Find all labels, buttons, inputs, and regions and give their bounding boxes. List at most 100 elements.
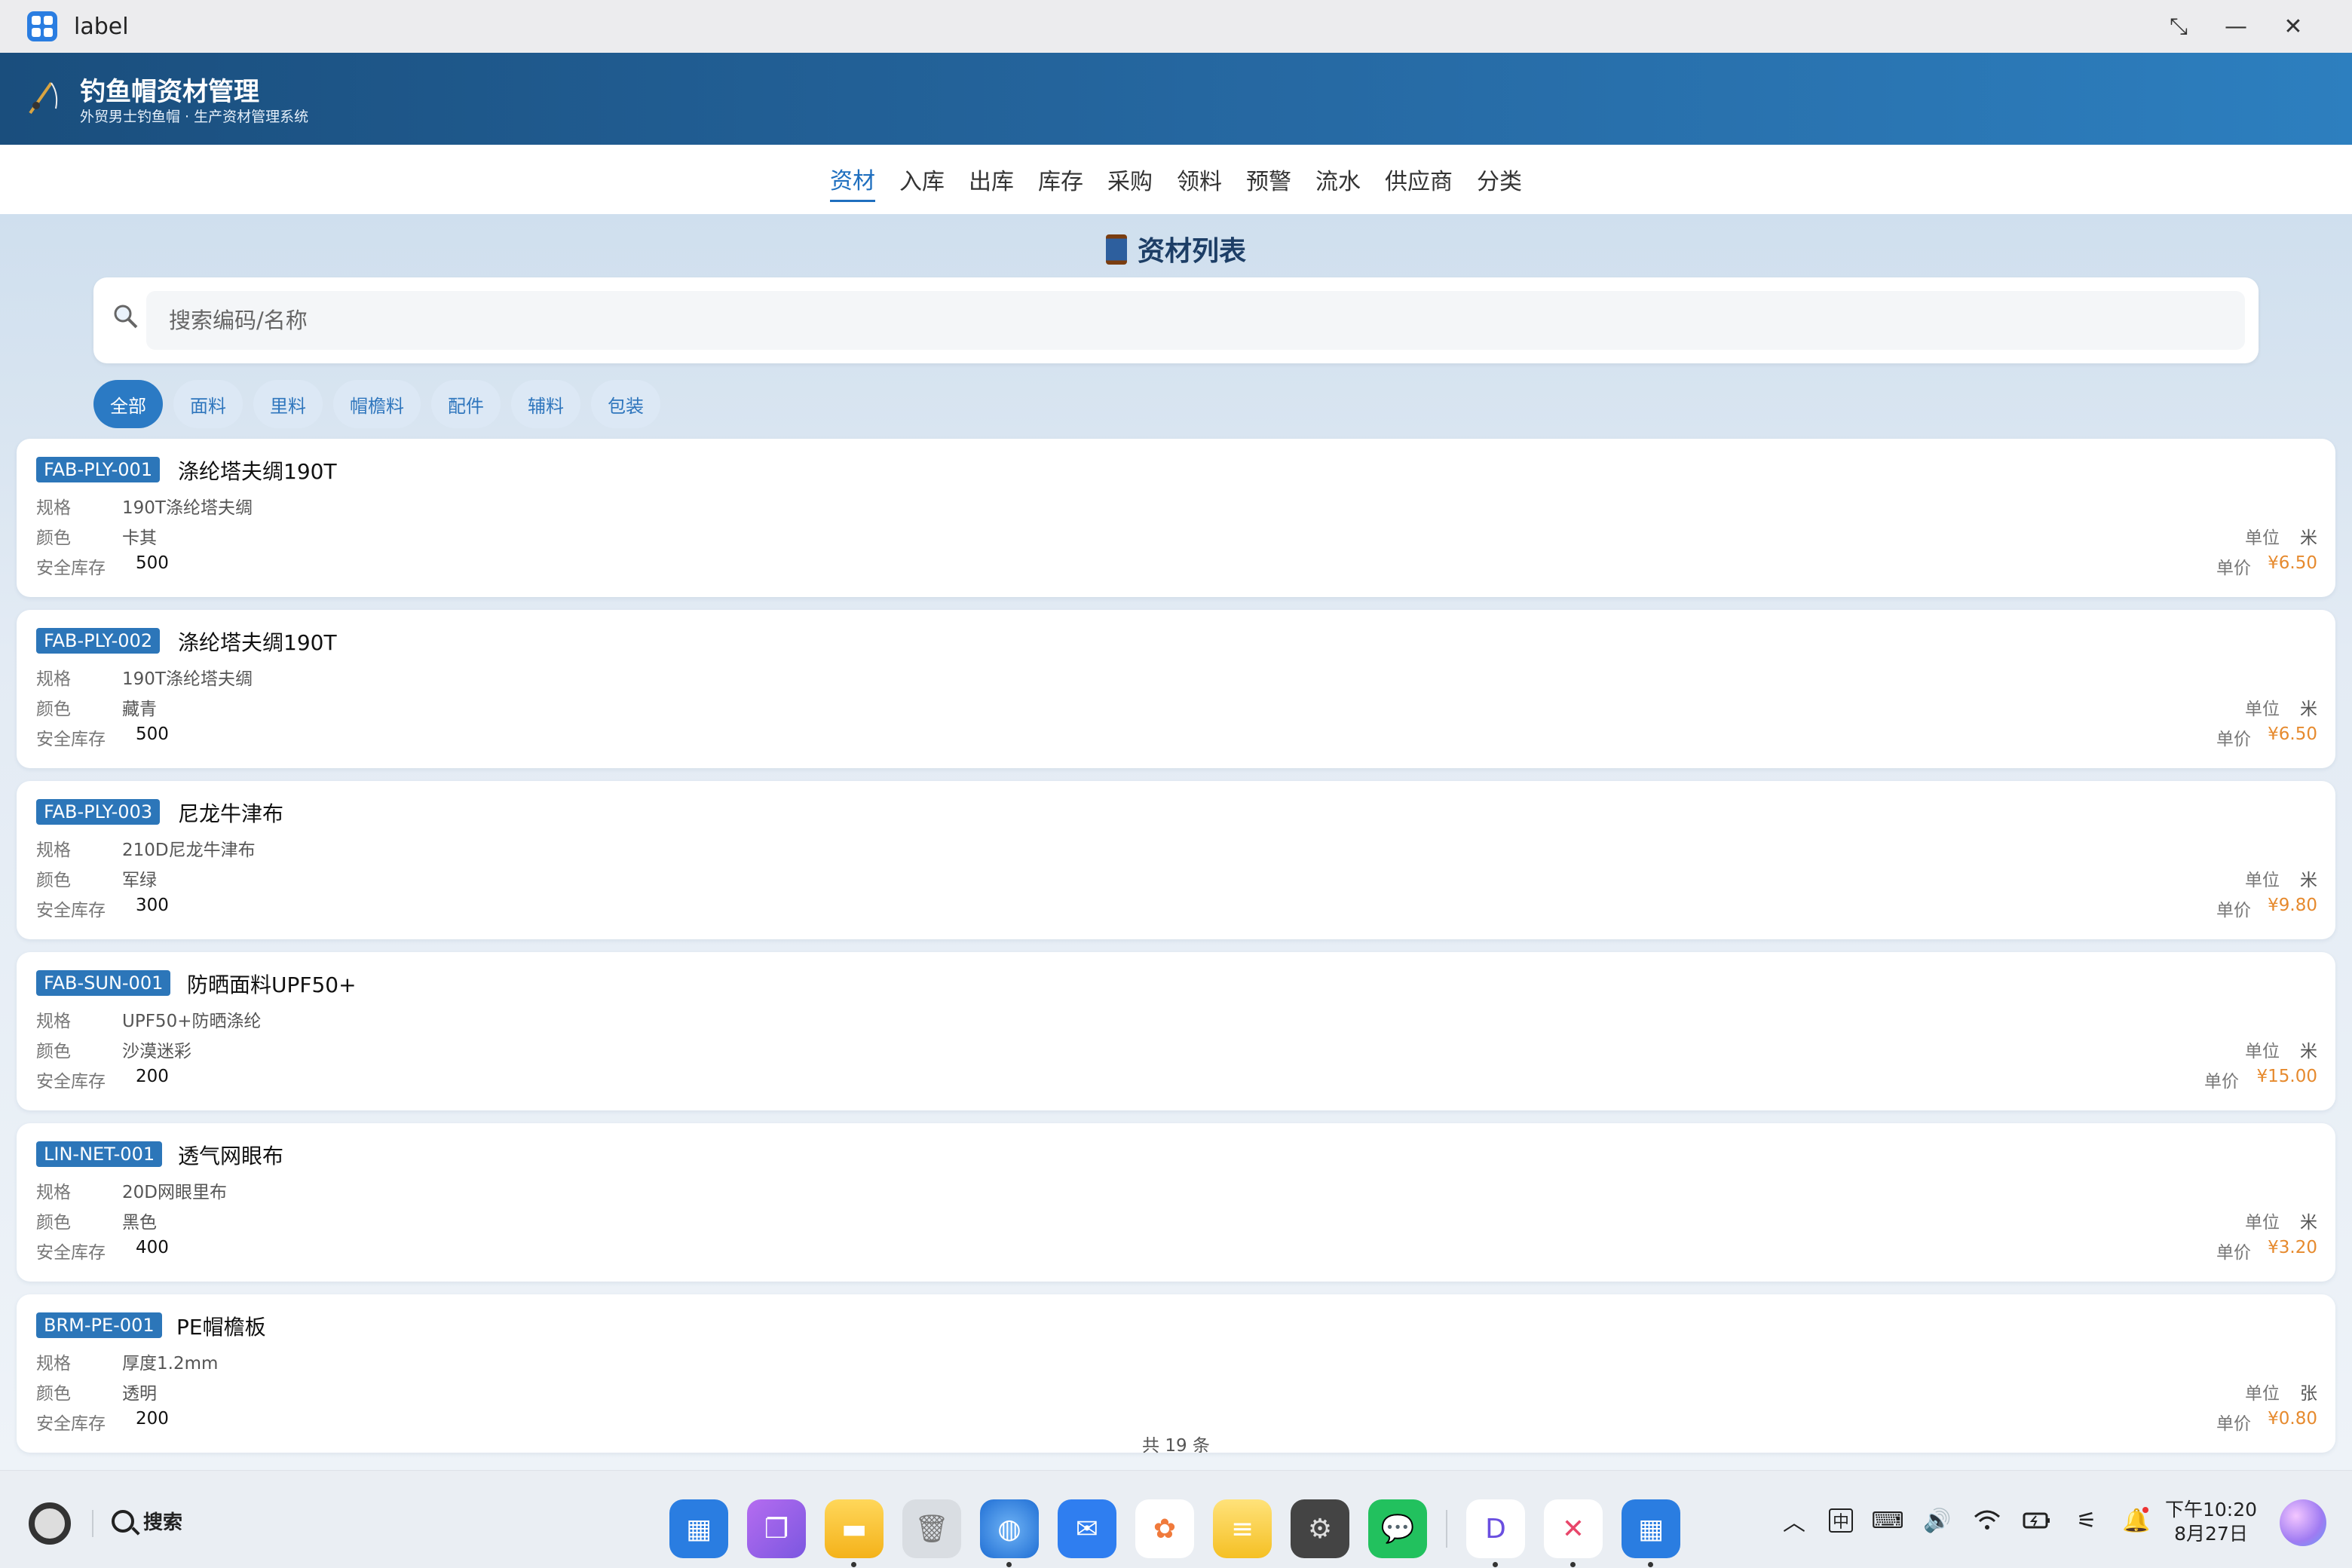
notes-icon[interactable]: ≡ <box>1213 1499 1272 1558</box>
app-header: 钓鱼帽资材管理 外贸男士钓鱼帽 · 生产资材管理系统 <box>0 53 2352 145</box>
price-value: ¥15.00 <box>2256 1067 2317 1086</box>
nav-item-suppliers[interactable]: 供应商 <box>1385 158 1453 201</box>
safety-stock-label: 安全库存 <box>36 1072 106 1092</box>
price-value: ¥3.20 <box>2268 1238 2317 1257</box>
nav-item-materials[interactable]: 资材 <box>830 158 875 202</box>
filter-chip-accessories[interactable]: 配件 <box>431 380 501 428</box>
start-button[interactable] <box>29 1502 71 1545</box>
nav-item-inbound[interactable]: 入库 <box>899 158 945 201</box>
multitask-icon[interactable]: ❐ <box>747 1499 806 1558</box>
spec-value: 190T涤纶塔夫绸 <box>122 498 253 518</box>
mail-icon[interactable]: ✉ <box>1058 1499 1116 1558</box>
page-title-text: 资材列表 <box>1137 236 1246 267</box>
color-value: 沙漠迷彩 <box>122 1042 191 1061</box>
unit-label: 单位 <box>2245 871 2280 890</box>
creative-app-icon[interactable]: ✕ <box>1544 1499 1603 1567</box>
search-input[interactable] <box>146 291 2245 350</box>
search-icon <box>112 1509 134 1533</box>
unit-value: 张 <box>2300 1384 2317 1404</box>
material-code: LIN-NET-001 <box>36 1141 163 1167</box>
material-card[interactable]: FAB-PLY-003 尼龙牛津布 规格 210D尼龙牛津布 颜色 军绿 安全库… <box>17 781 2335 939</box>
browser-icon[interactable]: ◍ <box>980 1499 1039 1567</box>
header-title: 钓鱼帽资材管理 <box>80 77 259 107</box>
title-bar: label ⤡ — ✕ <box>0 0 2352 53</box>
unit-value: 米 <box>2300 700 2317 719</box>
material-card[interactable]: FAB-PLY-002 涤纶塔夫绸190T 规格 190T涤纶塔夫绸 颜色 藏青… <box>17 610 2335 768</box>
material-card[interactable]: FAB-SUN-001 防晒面料UPF50+ 规格 UPF50+防晒涤纶 颜色 … <box>17 952 2335 1110</box>
launcher-icon[interactable]: ▦ <box>669 1499 728 1558</box>
nav-item-requisition[interactable]: 领料 <box>1177 158 1222 201</box>
header-subtitle: 外贸男士钓鱼帽 · 生产资材管理系统 <box>80 109 309 125</box>
color-value: 透明 <box>122 1384 157 1404</box>
chevron-up-icon[interactable]: ︿ <box>1779 1505 1809 1536</box>
color-label: 颜色 <box>36 1213 71 1233</box>
nav-item-inventory[interactable]: 库存 <box>1038 158 1083 201</box>
nav-item-outbound[interactable]: 出库 <box>969 158 1014 201</box>
trash-icon[interactable]: 🗑 <box>902 1499 961 1558</box>
dock-separator <box>1446 1510 1447 1548</box>
safety-stock-value: 400 <box>136 1238 169 1257</box>
minimize-button[interactable]: — <box>2207 0 2265 53</box>
search-icon <box>109 303 143 338</box>
color-value: 卡其 <box>122 528 157 548</box>
app-icon <box>27 11 57 41</box>
ime-indicator[interactable]: 中 <box>1829 1508 1853 1533</box>
material-name: 透气网眼布 <box>178 1144 284 1168</box>
photos-icon[interactable]: ✿ <box>1135 1499 1194 1558</box>
label-app-icon[interactable]: ▦ <box>1622 1499 1680 1567</box>
safety-stock-value: 300 <box>136 896 169 915</box>
assistant-icon[interactable] <box>2280 1499 2326 1546</box>
unit-label: 单位 <box>2245 700 2280 719</box>
unit-label: 单位 <box>2245 1213 2280 1233</box>
filter-chip-auxiliary[interactable]: 辅料 <box>511 380 580 428</box>
filter-chip-packaging[interactable]: 包装 <box>591 380 660 428</box>
fishing-rod-icon <box>26 78 60 124</box>
spec-label: 规格 <box>36 669 71 689</box>
material-code: BRM-PE-001 <box>36 1312 162 1338</box>
material-card[interactable]: FAB-PLY-001 涤纶塔夫绸190T 规格 190T涤纶塔夫绸 颜色 卡其… <box>17 439 2335 597</box>
control-center-icon[interactable]: ⚟ <box>2072 1505 2102 1536</box>
filter-chip-brim[interactable]: 帽檐料 <box>333 380 421 428</box>
material-card[interactable]: BRM-PE-001 PE帽檐板 规格 厚度1.2mm 颜色 透明 安全库存 2… <box>17 1294 2335 1453</box>
clock[interactable]: 下午10:20 8月27日 <box>2165 1498 2257 1546</box>
color-label: 颜色 <box>36 871 71 890</box>
devtool-icon[interactable]: D <box>1466 1499 1525 1567</box>
filter-chip-lining[interactable]: 里料 <box>253 380 323 428</box>
notification-bell-icon[interactable]: 🔔 <box>2121 1505 2151 1536</box>
nav-item-alerts[interactable]: 预警 <box>1246 158 1291 201</box>
material-code: FAB-PLY-002 <box>36 628 161 654</box>
restore-button[interactable]: ⤡ <box>2150 0 2207 53</box>
price-value: ¥6.50 <box>2268 724 2317 744</box>
spec-label: 规格 <box>36 841 71 860</box>
unit-value: 米 <box>2300 871 2317 890</box>
material-code: FAB-PLY-003 <box>36 799 161 825</box>
unit-value: 米 <box>2300 1213 2317 1233</box>
spec-value: 190T涤纶塔夫绸 <box>122 669 253 689</box>
nav-item-purchase[interactable]: 采购 <box>1107 158 1153 201</box>
wechat-icon[interactable]: 💬 <box>1368 1499 1427 1558</box>
color-value: 黑色 <box>122 1213 157 1233</box>
safety-stock-value: 200 <box>136 1067 169 1086</box>
color-label: 颜色 <box>36 1384 71 1404</box>
files-icon[interactable]: ▬ <box>825 1499 884 1567</box>
price-label: 单价 <box>2216 559 2251 578</box>
dock: ▦ ❐ ▬ 🗑 ◍ ✉ ✿ ≡ ⚙ 💬 D ✕ ▦ <box>669 1499 1680 1567</box>
filter-chip-all[interactable]: 全部 <box>93 380 163 428</box>
safety-stock-value: 500 <box>136 553 169 573</box>
material-card[interactable]: LIN-NET-001 透气网眼布 规格 20D网眼里布 颜色 黑色 安全库存 … <box>17 1123 2335 1282</box>
spec-value: UPF50+防晒涤纶 <box>122 1012 262 1031</box>
filter-chip-fabric[interactable]: 面料 <box>173 380 243 428</box>
keyboard-icon[interactable]: ⌨ <box>1871 1505 1903 1536</box>
taskbar-search[interactable]: 搜索 <box>112 1507 182 1535</box>
settings-icon[interactable]: ⚙ <box>1291 1499 1349 1558</box>
color-label: 颜色 <box>36 528 71 548</box>
search-card <box>93 277 2259 363</box>
system-tray: ︿ 中 ⌨ 🔊 ⚟ 🔔 <box>1779 1505 2151 1536</box>
volume-icon[interactable]: 🔊 <box>1922 1505 1952 1536</box>
battery-icon[interactable] <box>2022 1505 2052 1536</box>
close-button[interactable]: ✕ <box>2265 0 2322 53</box>
nav-item-categories[interactable]: 分类 <box>1477 158 1522 201</box>
spool-icon <box>1105 234 1127 265</box>
wifi-icon[interactable] <box>1972 1505 2002 1536</box>
nav-item-transactions[interactable]: 流水 <box>1315 158 1361 201</box>
